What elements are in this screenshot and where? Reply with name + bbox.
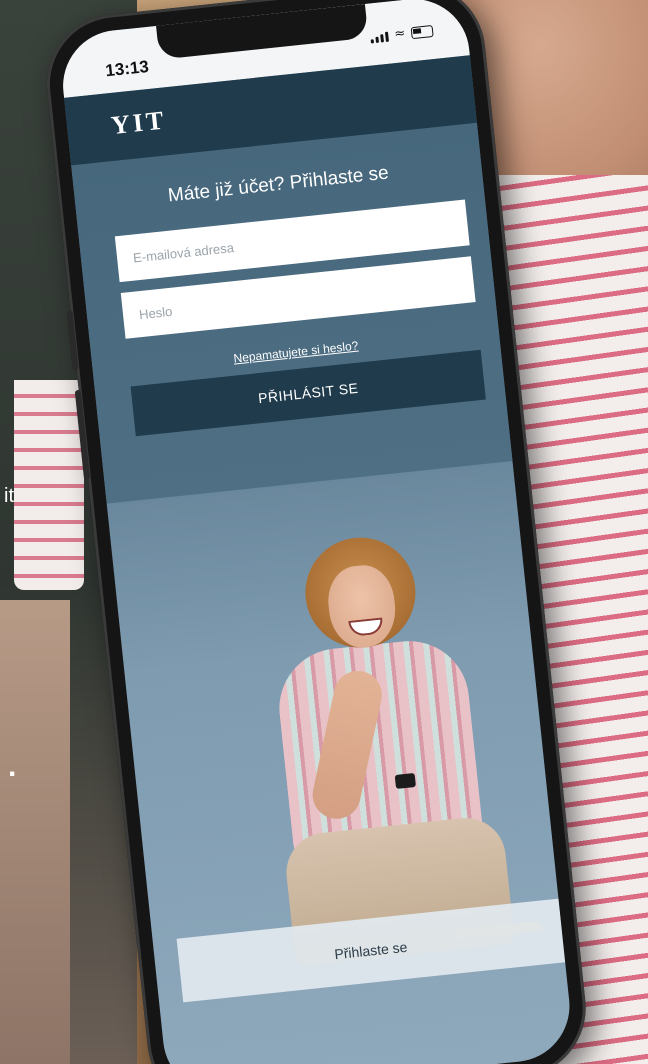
- promo-scene: it . 13:13 ≈ YIT Máte již účet? Přihlast…: [0, 0, 648, 1064]
- yit-logo: YIT: [109, 105, 168, 141]
- background-text-fragment: it: [4, 485, 14, 507]
- status-icons: ≈: [370, 24, 434, 44]
- watch: [394, 772, 417, 789]
- background-text-dot: .: [8, 750, 17, 783]
- background-arm: [0, 600, 70, 1064]
- background-sleeve: [14, 380, 84, 590]
- battery-icon: [410, 24, 434, 40]
- wifi-icon: ≈: [393, 25, 406, 42]
- status-time: 13:13: [104, 56, 150, 81]
- signal-icon: [370, 31, 390, 44]
